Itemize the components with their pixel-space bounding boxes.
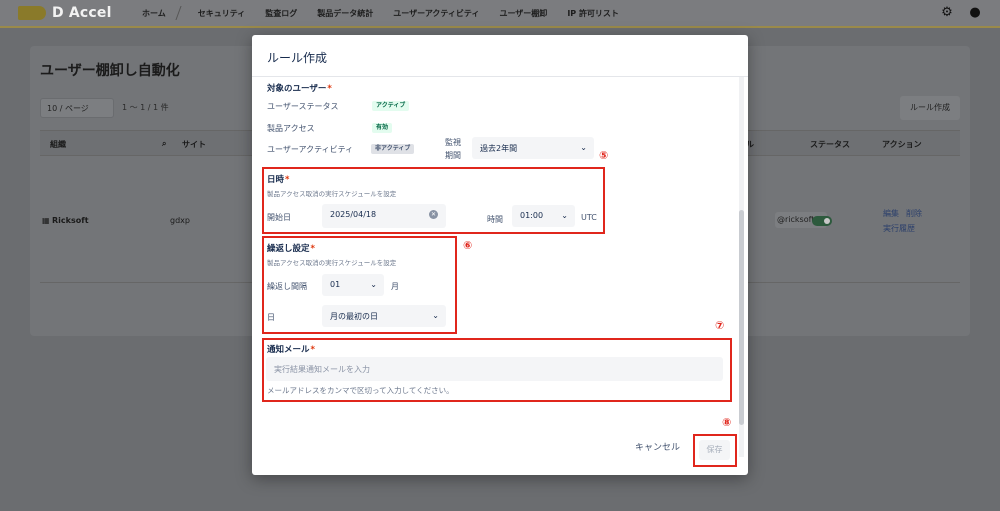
nav-home[interactable]: ホーム	[132, 8, 176, 19]
repeat-day-select[interactable]: 月の最初の日 ⌄	[322, 305, 446, 327]
start-date-label: 開始日	[267, 213, 291, 222]
monitor-period-label-2: 期間	[445, 151, 461, 160]
nav-separator	[175, 6, 189, 20]
result-count: 1 〜 1 / 1 件	[122, 103, 169, 112]
notify-label-text: 通知メール	[267, 345, 310, 355]
required-mark: *	[285, 175, 290, 185]
nav-audit-log[interactable]: 監査ログ	[255, 8, 307, 19]
chevron-down-icon: ⌄	[432, 311, 439, 320]
cancel-button[interactable]: キャンセル	[635, 440, 680, 453]
marker-6: ⑥	[463, 239, 473, 252]
repeat-day-value: 月の最初の日	[330, 312, 378, 321]
repeat-label-text: 繰返し設定	[267, 244, 310, 254]
chevron-down-icon: ⌄	[370, 280, 377, 289]
column-site: サイト	[182, 140, 206, 149]
marker-8: ⑧	[722, 416, 732, 429]
repeat-interval-unit: 月	[391, 282, 399, 291]
column-status: ステータス	[810, 140, 850, 149]
monitor-period-value: 過去2年間	[480, 144, 518, 153]
start-date-picker[interactable]: 2025/04/18 ✕	[322, 204, 446, 228]
datetime-label-text: 日時	[267, 175, 285, 185]
time-label: 時間	[487, 215, 503, 224]
nav-security[interactable]: セキュリティ	[188, 8, 256, 19]
monitor-period-label: 監視	[445, 138, 461, 147]
nav-user-inventory[interactable]: ユーザー棚卸	[489, 8, 557, 19]
page-size-select[interactable]: 10 / ページ	[40, 98, 114, 118]
repeat-interval-label: 繰返し間隔	[267, 282, 307, 291]
create-rule-button[interactable]: ルール作成	[900, 96, 960, 120]
timezone-label: UTC	[581, 213, 597, 222]
required-mark: *	[327, 84, 332, 94]
save-button[interactable]: 保存	[699, 440, 730, 460]
search-icon[interactable]: ⌕	[162, 139, 166, 149]
repeat-day-label: 日	[267, 313, 275, 322]
start-date-value: 2025/04/18	[330, 210, 377, 219]
logo-icon	[18, 6, 46, 20]
target-users-label: 対象のユーザー*	[267, 82, 332, 94]
row-org: Ricksoft	[52, 216, 89, 225]
marker-5: ⑤	[599, 149, 609, 162]
clear-icon[interactable]: ✕	[429, 210, 438, 219]
create-rule-modal: ルール作成 対象のユーザー* ユーザーステータス アクティブ 製品アクセス 有効…	[252, 35, 748, 475]
product-access-badge: 有効	[372, 123, 393, 133]
product-access-label: 製品アクセス	[267, 124, 315, 133]
chevron-down-icon: ⌄	[580, 143, 587, 152]
user-status-label: ユーザーステータス	[267, 102, 339, 111]
nav-ip-allowlist[interactable]: IP 許可リスト	[557, 8, 629, 19]
time-select[interactable]: 01:00 ⌄	[512, 205, 575, 227]
status-toggle[interactable]	[812, 216, 832, 226]
app-logo[interactable]: D Accel	[18, 5, 126, 21]
user-activity-label: ユーザーアクティビティ	[267, 145, 354, 154]
datetime-label: 日時*	[267, 173, 289, 185]
required-mark: *	[310, 345, 315, 355]
target-users-label-text: 対象のユーザー	[267, 84, 327, 94]
user-activity-badge: 非アクティブ	[371, 144, 415, 154]
nav-product-stats[interactable]: 製品データ統計	[307, 8, 383, 19]
user-icon[interactable]: ●	[968, 6, 982, 20]
user-status-badge: アクティブ	[372, 101, 410, 111]
repeat-interval-value: 01	[330, 280, 341, 289]
time-value: 01:00	[520, 211, 544, 220]
logo-text: D Accel	[52, 5, 112, 21]
marker-7: ⑦	[715, 319, 725, 332]
top-nav: D Accel ホーム セキュリティ 監査ログ 製品データ統計 ユーザーアクティ…	[0, 0, 1000, 28]
history-link[interactable]: 実行履歴	[883, 223, 915, 234]
gear-icon[interactable]: ⚙	[940, 6, 954, 20]
repeat-label: 繰返し設定*	[267, 242, 315, 254]
modal-title: ルール作成	[267, 51, 328, 65]
repeat-interval-select[interactable]: 01 ⌄	[322, 274, 384, 296]
nav-user-activity[interactable]: ユーザーアクティビティ	[383, 8, 489, 19]
notify-label: 通知メール*	[267, 343, 315, 355]
column-action: アクション	[882, 140, 922, 149]
row-site: gdxp	[170, 216, 190, 225]
column-org: 組織	[50, 140, 66, 149]
required-mark: *	[310, 244, 315, 254]
modal-divider	[252, 76, 748, 77]
notify-email-input[interactable]: 実行結果通知メールを入力	[266, 357, 723, 381]
delete-link[interactable]: 削除	[906, 208, 922, 219]
notify-hint: メールアドレスをカンマで区切って入力してください。	[267, 386, 454, 395]
highlight-save: 保存	[693, 434, 737, 467]
chevron-down-icon: ⌄	[561, 211, 568, 220]
edit-link[interactable]: 編集	[883, 208, 899, 219]
org-icon: ▦	[42, 216, 50, 225]
modal-scrollbar-thumb[interactable]	[739, 210, 744, 425]
repeat-hint: 製品アクセス取消の実行スケジュールを設定	[267, 259, 397, 267]
monitor-period-select[interactable]: 過去2年間 ⌄	[472, 137, 594, 159]
page-title: ユーザー棚卸し自動化	[40, 63, 180, 79]
datetime-hint: 製品アクセス取消の実行スケジュールを設定	[267, 190, 397, 198]
